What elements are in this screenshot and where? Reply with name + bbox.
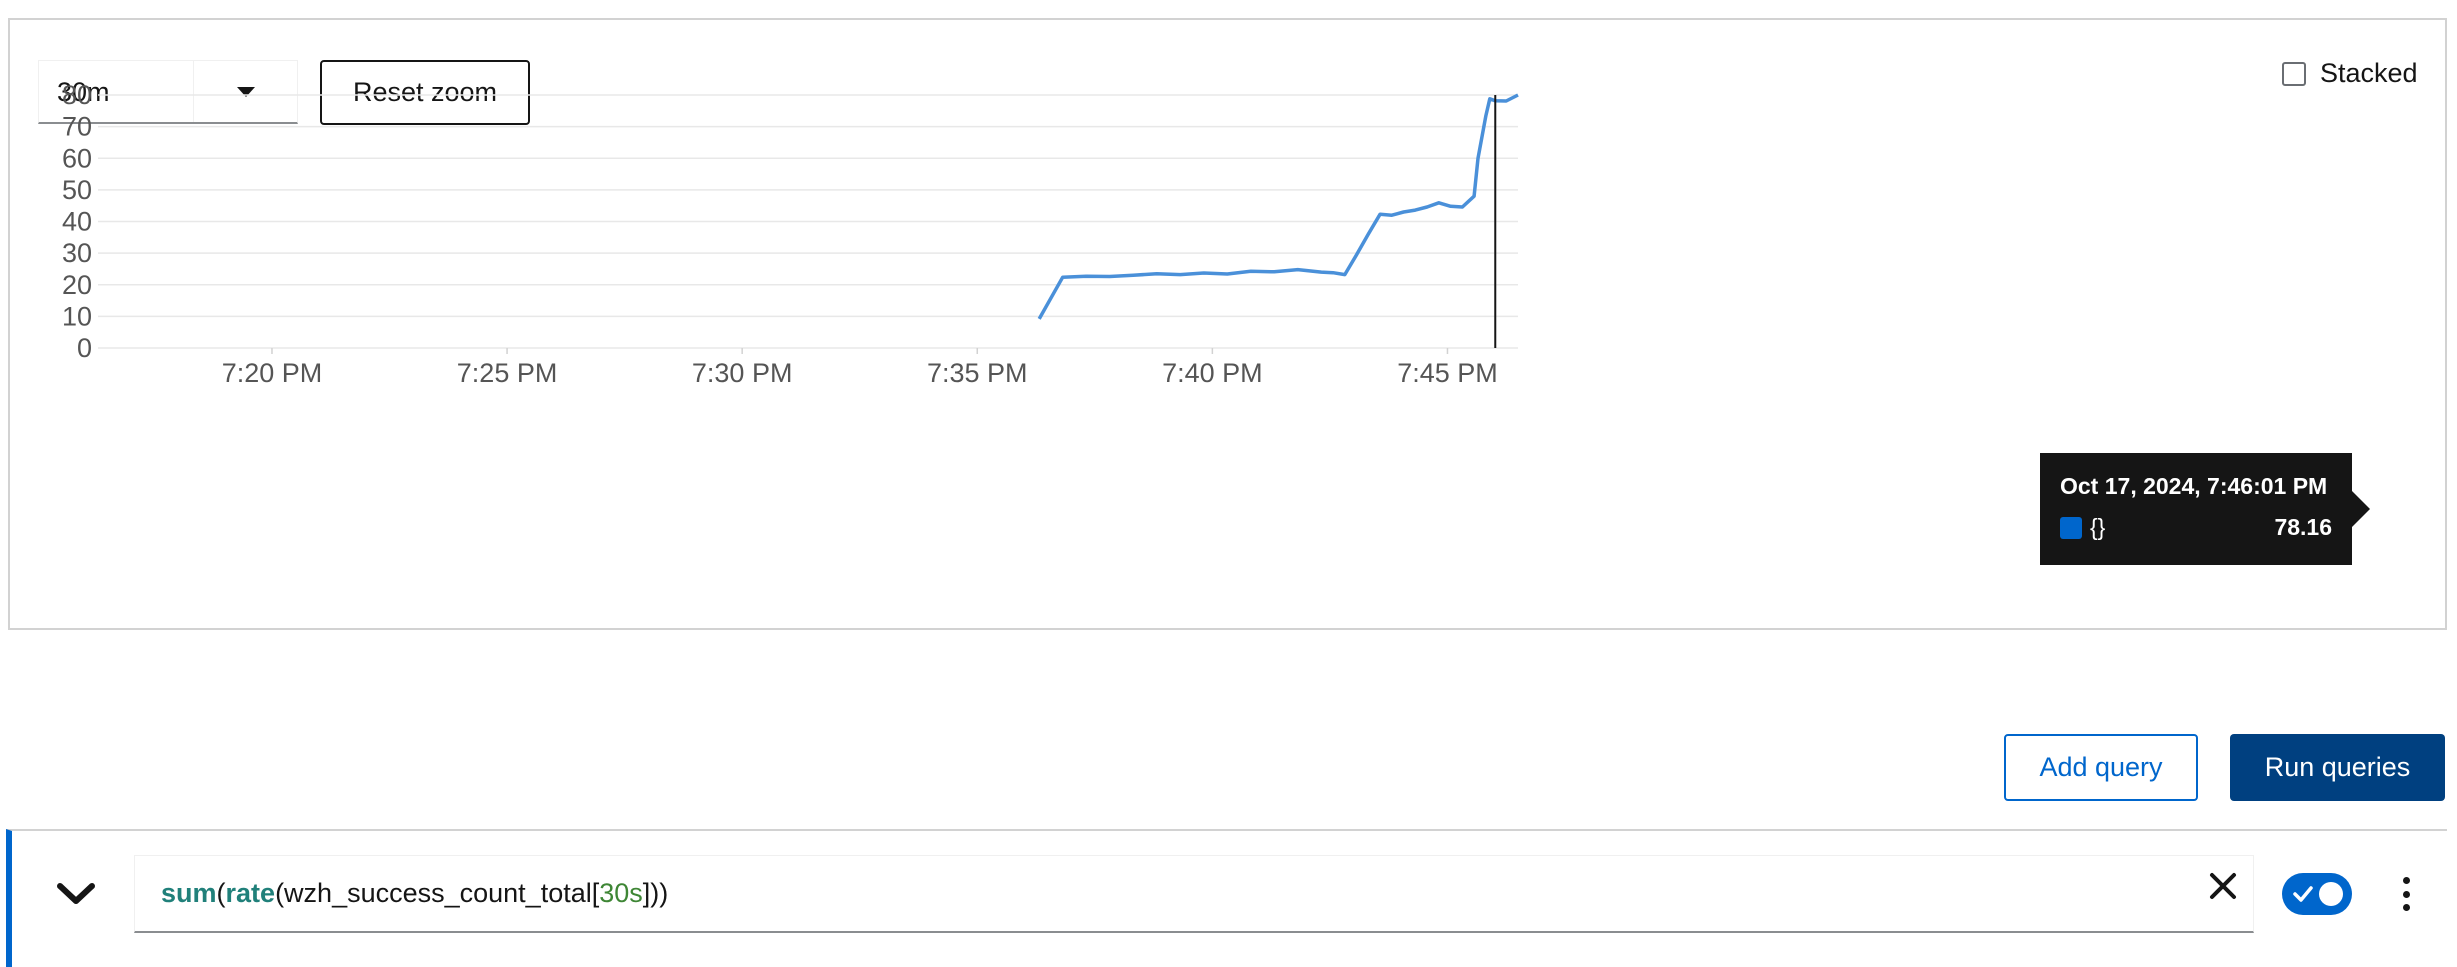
run-queries-button[interactable]: Run queries: [2230, 734, 2445, 801]
tooltip-value: 78.16: [2274, 514, 2332, 540]
switch-knob: [2319, 882, 2343, 906]
check-icon: [2292, 882, 2314, 911]
clear-query-icon[interactable]: [2208, 871, 2238, 901]
series-color-swatch: [2060, 516, 2082, 539]
chevron-down-icon[interactable]: [56, 881, 96, 912]
y-tick-label: 0: [77, 333, 92, 363]
x-tick-label: 7:20 PM: [222, 358, 323, 388]
x-tick-label: 7:30 PM: [692, 358, 793, 388]
query-token-1: (: [216, 878, 226, 908]
y-tick-label: 30: [62, 238, 92, 268]
y-tick-label: 40: [62, 207, 92, 237]
y-tick-label: 20: [62, 270, 92, 300]
query-enabled-switch[interactable]: [2282, 873, 2352, 915]
y-tick-label: 50: [62, 175, 92, 205]
graph-panel: 30m Reset zoom Stacked 0 10 20 30 40 50 60 70 80…: [8, 18, 2447, 630]
query-token-3: (wzh_success_count_total[: [275, 878, 600, 908]
query-token-0: sum: [161, 878, 217, 908]
y-tick-label: 80: [62, 80, 92, 110]
y-tick-label: 70: [62, 112, 92, 142]
chart-tooltip: Oct 17, 2024, 7:46:01 PM {} 78.16: [2040, 453, 2370, 565]
x-tick-label: 7:45 PM: [1397, 358, 1498, 388]
query-token-4: 30s: [599, 878, 643, 908]
y-tick-label: 10: [62, 301, 92, 331]
x-tick-label: 7:40 PM: [1162, 358, 1263, 388]
query-expression-input[interactable]: sum(rate(wzh_success_count_total[30s])): [134, 855, 2254, 933]
query-row: sum(rate(wzh_success_count_total[30s])): [6, 829, 2447, 967]
y-tick-label: 60: [62, 143, 92, 173]
x-tick-label: 7:25 PM: [457, 358, 558, 388]
x-tick-label: 7:35 PM: [927, 358, 1028, 388]
tooltip-time: Oct 17, 2024, 7:46:01 PM: [2060, 473, 2328, 499]
query-token-2: rate: [225, 878, 276, 908]
add-query-button[interactable]: Add query: [2004, 734, 2198, 801]
kebab-menu-icon[interactable]: [2396, 877, 2416, 911]
query-token-5: ])): [642, 878, 669, 908]
tooltip-series-label: {}: [2090, 514, 2106, 540]
